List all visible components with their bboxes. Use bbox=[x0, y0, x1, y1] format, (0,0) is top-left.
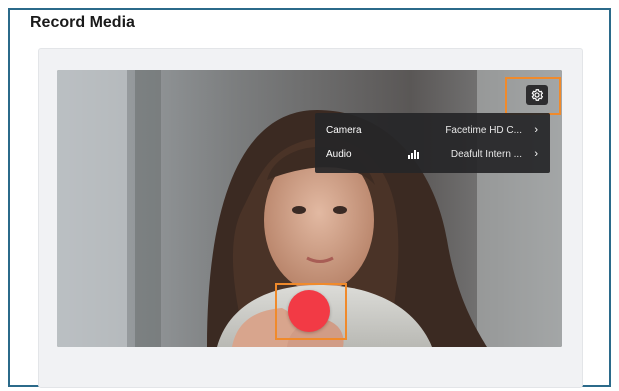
audio-level-icon bbox=[408, 150, 419, 159]
audio-value: Deafult Intern ... bbox=[450, 148, 522, 160]
camera-row[interactable]: Camera Facetime HD C... › bbox=[315, 119, 550, 141]
chevron-right-icon: › bbox=[534, 148, 538, 160]
settings-button[interactable] bbox=[526, 85, 548, 105]
settings-menu: Camera Facetime HD C... › Audio Deafult … bbox=[315, 113, 550, 173]
audio-row[interactable]: Audio Deafult Intern ... › bbox=[315, 143, 550, 165]
camera-value: Facetime HD C... bbox=[445, 124, 522, 136]
record-button[interactable] bbox=[288, 290, 330, 332]
gear-icon bbox=[531, 89, 544, 101]
camera-label: Camera bbox=[326, 124, 362, 136]
chevron-right-icon: › bbox=[534, 124, 538, 136]
dialog-title: Record Media bbox=[30, 14, 135, 31]
audio-label: Audio bbox=[326, 148, 352, 160]
